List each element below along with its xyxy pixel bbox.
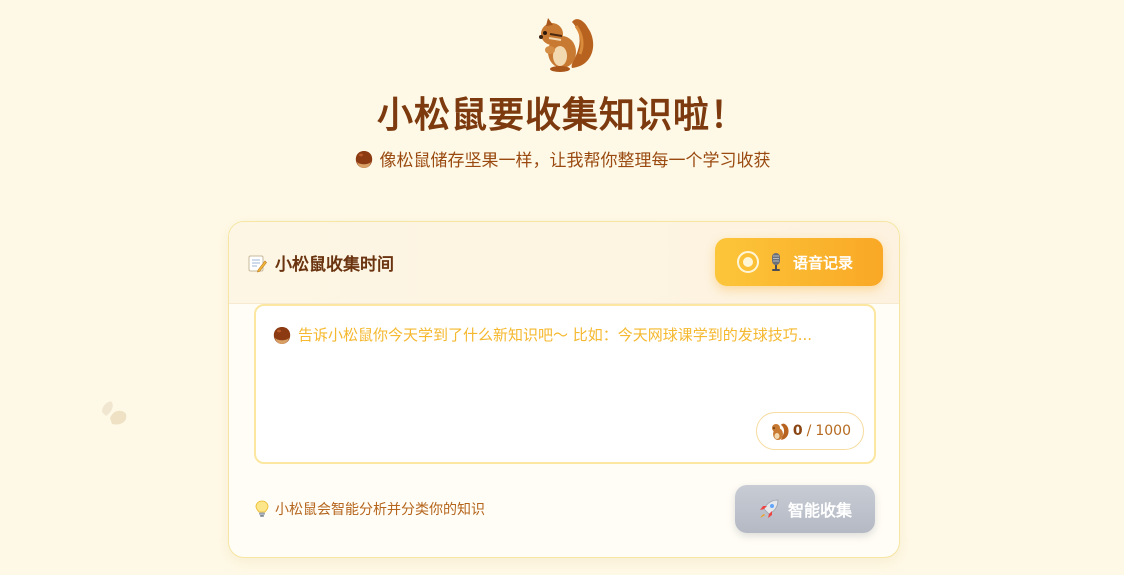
input-placeholder: 告诉小松鼠你今天学到了什么新知识吧～ 比如：今天网球课学到的发球技巧... xyxy=(272,324,844,345)
leaf-icon xyxy=(102,401,127,425)
voice-record-button[interactable]: 语音记录 xyxy=(715,238,883,286)
knowledge-card: 小松鼠收集时间 语音记录 告诉小松鼠你今天学到了什么新知识吧～ 比如：今天网球课… xyxy=(228,221,900,558)
squirrel-icon xyxy=(539,18,594,72)
card-header: 小松鼠收集时间 语音记录 xyxy=(229,222,899,304)
voice-record-label: 语音记录 xyxy=(793,253,854,272)
char-separator: / xyxy=(806,423,812,439)
char-max: 1000 xyxy=(815,423,851,439)
chestnut-icon xyxy=(355,150,372,168)
rocket-icon xyxy=(759,499,779,518)
input-placeholder-text: 告诉小松鼠你今天学到了什么新知识吧～ 比如：今天网球课学到的发球技巧... xyxy=(298,326,813,344)
smart-collect-button[interactable]: 智能收集 xyxy=(735,485,875,533)
record-icon xyxy=(737,251,759,273)
page-title: 小松鼠要收集知识啦！ xyxy=(376,95,747,136)
char-count: 0 xyxy=(792,423,803,439)
squirrel-icon xyxy=(771,423,789,440)
char-counter: 0 / 1000 xyxy=(755,412,864,450)
hint-label: 小松鼠会智能分析并分类你的知识 xyxy=(275,502,485,518)
smart-collect-label: 智能收集 xyxy=(787,501,852,520)
card-title: 小松鼠收集时间 xyxy=(247,250,394,275)
microphone-icon xyxy=(772,253,780,271)
lightbulb-icon xyxy=(255,500,269,517)
page: 小松鼠要收集知识啦！ 像松鼠储存坚果一样，让我帮你整理每一个学习收获 小松鼠收集… xyxy=(0,0,1124,575)
memo-icon xyxy=(248,255,267,272)
chestnut-icon xyxy=(273,326,291,344)
knowledge-input[interactable]: 告诉小松鼠你今天学到了什么新知识吧～ 比如：今天网球课学到的发球技巧... 0 … xyxy=(254,304,876,464)
hint-text: 小松鼠会智能分析并分类你的知识 xyxy=(255,499,485,519)
page-subtitle: 像松鼠储存坚果一样，让我帮你整理每一个学习收获 xyxy=(0,146,1124,171)
card-title-text: 小松鼠收集时间 xyxy=(275,255,394,275)
subtitle-text: 像松鼠储存坚果一样，让我帮你整理每一个学习收获 xyxy=(379,151,771,171)
